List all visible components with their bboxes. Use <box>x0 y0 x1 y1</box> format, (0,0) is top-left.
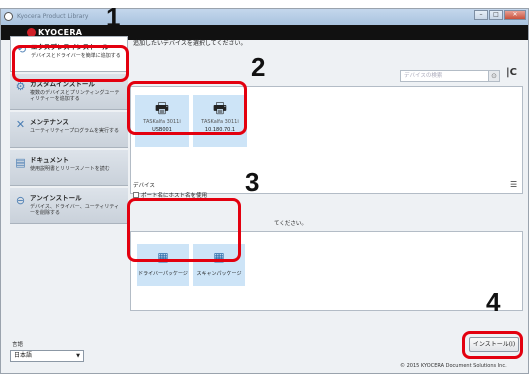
sidebar-item-desc: 複数のデバイスとプリンティングユーティリティーを追加する <box>30 90 120 102</box>
copyright-text: © 2015 KYOCERA Document Solutions Inc. <box>400 363 507 369</box>
minimize-button[interactable]: – <box>474 10 488 20</box>
sidebar-item-document[interactable]: ▤ ドキュメント 使用説明書とリリースノートを読む <box>10 150 128 186</box>
sidebar-item-desc: デバイス、ドライバー、ユーティリティーを削除する <box>30 204 120 216</box>
sidebar-item-maintenance[interactable]: ✕ メンテナンス ユーティリティープログラムを実行する <box>10 112 128 148</box>
window-controls: – □ ✕ <box>474 10 526 20</box>
sidebar-item-title: ドキュメント <box>30 156 69 164</box>
callout-box-3 <box>127 198 241 262</box>
language-value: 日本語 <box>14 352 33 359</box>
sidebar-item-title: メンテナンス <box>30 118 69 126</box>
sidebar-item-desc: 使用説明書とリリースノートを読む <box>30 166 110 172</box>
callout-number-4: 4 <box>486 287 501 317</box>
close-button[interactable]: ✕ <box>504 10 526 20</box>
list-view-icon[interactable]: ☰ <box>510 180 517 189</box>
device-instruction: 追加したいデバイスを選択してください。 <box>133 40 247 47</box>
language-label: 言語 <box>12 342 24 348</box>
uninstall-icon: ⊖ <box>15 194 26 207</box>
search-icon[interactable]: ⊙ <box>488 70 500 82</box>
callout-box-4 <box>462 331 523 359</box>
callout-box-2 <box>127 81 247 135</box>
package-instruction: てください。 <box>274 221 307 227</box>
callout-box-1 <box>12 45 129 82</box>
callout-number-2: 2 <box>251 52 266 82</box>
document-icon: ▤ <box>15 156 26 169</box>
package-label: スキャンパッケージ <box>196 271 242 277</box>
window-title: Kyocera Product Library <box>17 13 89 20</box>
device-search-input[interactable]: デバイスの検索 <box>400 70 490 82</box>
maximize-button[interactable]: □ <box>489 10 503 20</box>
title-bar: Kyocera Product Library – □ ✕ <box>1 9 528 25</box>
package-label: ドライバーパッケージ <box>138 271 188 277</box>
callout-number-1: 1 <box>106 2 121 32</box>
sidebar-item-title: アンインストール <box>30 194 82 202</box>
sidebar-item-uninstall[interactable]: ⊖ アンインストール デバイス、ドライバー、ユーティリティーを削除する <box>10 188 128 224</box>
chevron-down-icon: ▼ <box>76 353 80 359</box>
language-select[interactable]: 日本語 ▼ <box>10 350 84 362</box>
sidebar-item-desc: ユーティリティープログラムを実行する <box>30 128 119 134</box>
app-icon <box>4 12 13 21</box>
refresh-icon[interactable]: |C <box>506 67 517 78</box>
device-option-label: デバイス <box>133 183 155 189</box>
callout-number-3: 3 <box>245 167 260 197</box>
sidebar: ⟲ エクスプレスインストール デバイスとドライバーを簡単に追加する ⚙ カスタム… <box>10 36 128 366</box>
maintenance-icon: ✕ <box>15 118 26 131</box>
